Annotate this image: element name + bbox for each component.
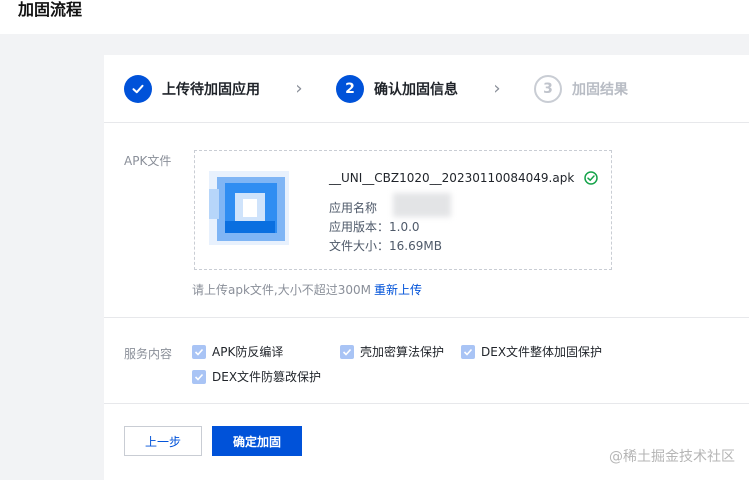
chevron-right-icon: ›	[295, 78, 303, 99]
watermark: @稀土掘金技术社区	[609, 449, 735, 465]
step-3-label: 加固结果	[572, 82, 628, 98]
app-version-row: 应用版本：1.0.0	[329, 220, 420, 234]
step-3: 3 加固结果	[534, 74, 628, 104]
checkbox-checked-icon[interactable]	[340, 344, 354, 359]
option-apk-anti-decompile[interactable]: APK防反编译	[192, 343, 283, 360]
chevron-right-icon: ›	[493, 78, 501, 99]
reupload-link[interactable]: 重新上传	[374, 281, 422, 298]
divider	[104, 317, 749, 318]
app-name-row: 应用名称	[329, 201, 378, 215]
step-3-number: 3	[534, 75, 562, 103]
step-2: 2 确认加固信息	[336, 74, 458, 104]
checkbox-checked-icon[interactable]	[192, 369, 206, 384]
check-icon	[124, 75, 152, 103]
main-card: 上传待加固应用 › 2 确认加固信息 › 3 加固结果 APK文件 __UNI_…	[104, 55, 749, 480]
services-section-label: 服务内容	[124, 347, 173, 361]
option-dex-anti-tamper[interactable]: DEX文件防篡改保护	[192, 368, 321, 385]
apk-upload-box[interactable]: __UNI__CBZ1020__20230110084049.apk 应用名称 …	[194, 150, 612, 270]
prev-step-button[interactable]: 上一步	[124, 426, 202, 456]
divider	[104, 403, 749, 404]
confirm-harden-button[interactable]: 确定加固	[212, 426, 302, 456]
success-check-icon	[584, 171, 598, 185]
top-bar: 加固流程	[0, 0, 749, 34]
file-size-row: 文件大小：16.69MB	[329, 239, 442, 253]
redacted-area	[393, 193, 451, 217]
stepper: 上传待加固应用 › 2 确认加固信息 › 3 加固结果	[104, 55, 749, 123]
option-dex-whole-protection[interactable]: DEX文件整体加固保护	[461, 343, 602, 360]
apk-app-icon	[203, 163, 295, 253]
checkbox-checked-icon[interactable]	[192, 344, 206, 359]
option-shell-encryption[interactable]: 壳加密算法保护	[340, 343, 444, 360]
checkbox-checked-icon[interactable]	[461, 344, 475, 359]
step-1-label: 上传待加固应用	[162, 82, 260, 98]
upload-hint: 请上传apk文件,大小不超过300M	[192, 283, 371, 297]
page-title: 加固流程	[18, 0, 83, 19]
step-2-label: 确认加固信息	[374, 82, 458, 98]
apk-file-name: __UNI__CBZ1020__20230110084049.apk	[329, 171, 598, 185]
apk-section-label: APK文件	[124, 154, 172, 168]
step-2-number: 2	[336, 75, 364, 103]
step-1: 上传待加固应用	[124, 74, 260, 104]
